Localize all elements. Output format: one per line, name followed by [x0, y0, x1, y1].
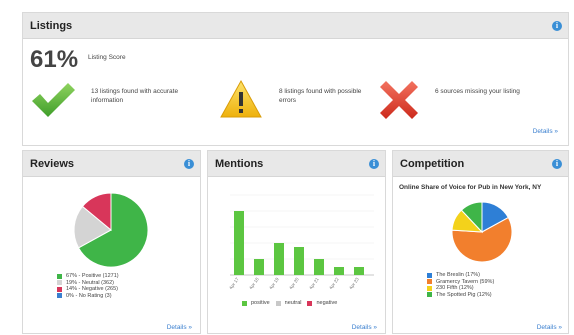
legend-swatch [57, 293, 62, 299]
check-icon [32, 83, 75, 117]
legend-swatch [57, 286, 62, 292]
bar-apr-18 [254, 259, 264, 275]
competition-chart-title: Online Share of Voice for Pub in New Yor… [399, 184, 542, 191]
mentions-bar-chart: Apr 17 Apr 18 Apr 19 Apr 20 Apr 21 Apr 22 Apr … [228, 194, 374, 289]
legend-label: 19% - Neutral (362) [66, 279, 114, 286]
bar-apr-20 [294, 247, 304, 275]
legend-swatch [57, 273, 62, 279]
legend-swatch [307, 300, 313, 306]
reviews-legend: 67% - Positive (1271) 19% - Neutral (362… [57, 273, 119, 299]
legend-swatch [242, 300, 247, 306]
reviews-details-link[interactable]: Details » [167, 324, 192, 331]
competition-panel: Competition i Online Share of Voice for … [392, 150, 569, 334]
x-tick-label: Apr 23 [348, 276, 360, 289]
bar-apr-22 [334, 267, 344, 275]
listings-details-link[interactable]: Details » [533, 128, 558, 135]
competition-pie-chart [451, 201, 513, 263]
stat-accurate-listings: 13 listings found with accurate informat… [91, 88, 179, 104]
legend-label: 14% - Negative (265) [66, 286, 118, 293]
legend-label: Gramercy Tavern (59%) [436, 278, 495, 285]
bar-apr-19 [274, 243, 284, 275]
legend-item: The Spotted Pig (12%) [427, 292, 494, 299]
bar-apr-21 [314, 259, 324, 275]
listings-title: Listings [30, 19, 73, 32]
legend-item: Gramercy Tavern (59%) [427, 279, 494, 286]
mentions-header: Mentions i [208, 151, 385, 177]
info-icon[interactable]: i [369, 158, 379, 169]
legend-item: 0% - No Rating (3) [57, 293, 119, 300]
info-icon[interactable]: i [552, 20, 562, 31]
bar-apr-23 [354, 267, 364, 275]
legend-item: 67% - Positive (1271) [57, 273, 119, 280]
legend-swatch [427, 285, 432, 291]
x-tick-label: Apr 20 [288, 276, 300, 289]
x-tick-label: Apr 22 [328, 276, 340, 289]
reviews-pie-chart [73, 192, 149, 268]
x-tick-label: Apr 19 [268, 276, 280, 289]
listings-header: Listings i [23, 13, 568, 39]
competition-details-link[interactable]: Details » [537, 324, 562, 331]
mentions-legend: positive neutral negative [242, 300, 337, 306]
legend-label: negative [316, 300, 338, 306]
legend-swatch [57, 280, 62, 286]
x-tick-label: Apr 17 [228, 276, 240, 289]
stat-possible-errors: 8 listings found with possible errors [279, 88, 362, 104]
competition-header: Competition i [393, 151, 568, 177]
legend-label: 0% - No Rating (3) [66, 292, 112, 299]
competition-legend: The Breslin (17%) Gramercy Tavern (59%) … [427, 272, 494, 298]
competition-title: Competition [400, 157, 465, 170]
mentions-details-link[interactable]: Details » [352, 324, 377, 331]
legend-label: 230 Fifth (12%) [436, 285, 474, 292]
x-icon [380, 81, 418, 119]
legend-label: 67% - Positive (1271) [66, 273, 119, 280]
x-tick-label: Apr 18 [248, 276, 260, 289]
info-icon[interactable]: i [184, 158, 194, 169]
legend-label: The Spotted Pig (12%) [436, 291, 492, 298]
x-tick-label: Apr 21 [308, 276, 320, 289]
warning-icon [220, 79, 262, 118]
listing-score-label: Listing Score [88, 54, 126, 61]
legend-label: The Breslin (17%) [436, 272, 481, 279]
reviews-title: Reviews [30, 157, 75, 170]
info-icon[interactable]: i [552, 158, 562, 169]
legend-swatch [275, 300, 281, 306]
legend-item: 19% - Neutral (362) [57, 280, 119, 287]
stat-missing-sources: 6 sources missing your listing [435, 88, 520, 95]
legend-swatch [427, 292, 432, 298]
legend-item: 14% - Negative (265) [57, 286, 119, 293]
mentions-title: Mentions [215, 157, 264, 170]
bar-apr-17 [234, 211, 244, 275]
legend-label: neutral [284, 300, 302, 306]
mentions-panel: Mentions i Apr 17 Apr 18 Apr 19 Apr 20 Apr 2… [207, 150, 386, 334]
reviews-panel: Reviews i 67% - Positive (1271) 19% - Ne… [22, 150, 201, 334]
legend-swatch [427, 279, 432, 285]
legend-swatch [427, 272, 432, 278]
listing-score-value: 61% [30, 46, 79, 73]
reviews-header: Reviews i [23, 151, 200, 177]
legend-label: positive [251, 300, 270, 306]
listings-panel: Listings i 61% Listing Score 13 listings… [22, 12, 569, 146]
